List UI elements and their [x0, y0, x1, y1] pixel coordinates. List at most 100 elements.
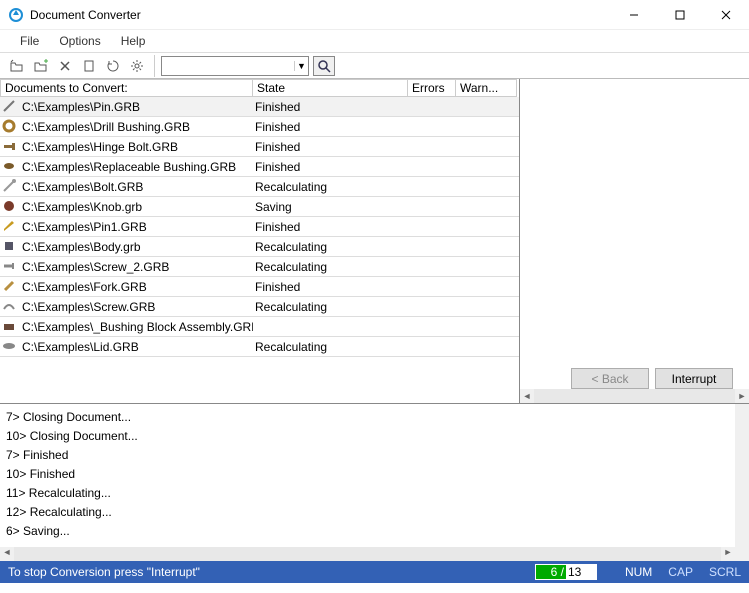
state-cell: Recalculating [253, 260, 408, 274]
log-line: 12> Recalculating... [6, 503, 729, 522]
window-title: Document Converter [30, 8, 611, 22]
col-documents[interactable]: Documents to Convert: [0, 79, 253, 97]
bushing-icon [2, 159, 18, 175]
preview-hscrollbar[interactable]: ◄ ► [520, 389, 749, 403]
menu-options[interactable]: Options [51, 32, 108, 50]
bolt-icon [2, 139, 18, 155]
pin1-icon [2, 219, 18, 235]
screw-icon [2, 259, 18, 275]
close-button[interactable] [703, 0, 749, 30]
pin-icon [2, 99, 18, 115]
scroll-track [534, 389, 735, 403]
asm-icon [2, 319, 18, 335]
table-row[interactable]: C:\Examples\Pin1.GRBFinished [0, 217, 519, 237]
statusbar: To stop Conversion press "Interrupt" 6 /… [0, 561, 749, 583]
screw2-icon [2, 299, 18, 315]
menubar: File Options Help [0, 30, 749, 52]
table-row[interactable]: C:\Examples\Screw.GRBRecalculating [0, 297, 519, 317]
table-row[interactable]: C:\Examples\Knob.grbSaving [0, 197, 519, 217]
refresh-button[interactable] [102, 55, 124, 77]
log-line: 10> Finished [6, 465, 729, 484]
progress-total: 13 [566, 565, 596, 579]
log-hscrollbar[interactable]: ◄ ► [0, 547, 749, 561]
state-cell: Recalculating [253, 300, 408, 314]
file-path: C:\Examples\_Bushing Block Assembly.GRB [20, 320, 253, 334]
scroll-track [14, 547, 721, 561]
capslock-indicator: CAP [668, 565, 693, 579]
scroll-left-icon: ◄ [520, 391, 534, 401]
progress-done: 6 / [536, 565, 566, 579]
table-row[interactable]: C:\Examples\_Bushing Block Assembly.GRB [0, 317, 519, 337]
log-line: 10> Closing Document... [6, 427, 729, 446]
lid-icon [2, 339, 18, 355]
state-cell: Finished [253, 220, 408, 234]
interrupt-button[interactable]: Interrupt [655, 368, 733, 389]
file-path: C:\Examples\Screw.GRB [20, 300, 253, 314]
table-row[interactable]: C:\Examples\Pin.GRBFinished [0, 97, 519, 117]
table-row[interactable]: C:\Examples\Bolt.GRBRecalculating [0, 177, 519, 197]
open-folder-add-button[interactable] [30, 55, 52, 77]
file-path: C:\Examples\Hinge Bolt.GRB [20, 140, 253, 154]
maximize-button[interactable] [657, 0, 703, 30]
file-path: C:\Examples\Pin.GRB [20, 100, 253, 114]
body-icon [2, 239, 18, 255]
table-row[interactable]: C:\Examples\Replaceable Bushing.GRBFinis… [0, 157, 519, 177]
knob-icon [2, 199, 18, 215]
col-errors[interactable]: Errors [408, 79, 456, 97]
scroll-right-icon: ► [735, 391, 749, 401]
file-path: C:\Examples\Body.grb [20, 240, 253, 254]
menu-file[interactable]: File [12, 32, 47, 50]
file-path: C:\Examples\Replaceable Bushing.GRB [20, 160, 253, 174]
document-list-pane: Documents to Convert: State Errors Warn.… [0, 79, 520, 403]
state-cell: Saving [253, 200, 408, 214]
file-path: C:\Examples\Drill Bushing.GRB [20, 120, 253, 134]
filter-combo[interactable]: ▼ [161, 56, 309, 76]
table-row[interactable]: C:\Examples\Drill Bushing.GRBFinished [0, 117, 519, 137]
scroll-right-icon: ► [721, 547, 735, 561]
log-line: 7> Closing Document... [6, 408, 729, 427]
state-cell: Recalculating [253, 180, 408, 194]
col-warnings[interactable]: Warn... [456, 79, 517, 97]
numlock-indicator: NUM [625, 565, 652, 579]
scroll-corner [735, 547, 749, 561]
table-row[interactable]: C:\Examples\Screw_2.GRBRecalculating [0, 257, 519, 277]
log-vscrollbar[interactable] [735, 404, 749, 547]
grid-body: C:\Examples\Pin.GRBFinishedC:\Examples\D… [0, 97, 519, 403]
app-icon [8, 7, 24, 23]
log-line: 11> Recalculating... [6, 484, 729, 503]
state-cell: Finished [253, 100, 408, 114]
titlebar: Document Converter [0, 0, 749, 30]
chevron-down-icon: ▼ [294, 61, 308, 71]
table-row[interactable]: C:\Examples\Hinge Bolt.GRBFinished [0, 137, 519, 157]
state-cell: Finished [253, 280, 408, 294]
remove-button[interactable] [54, 55, 76, 77]
search-button[interactable] [313, 56, 335, 76]
file-path: C:\Examples\Screw_2.GRB [20, 260, 253, 274]
bolt2-icon [2, 179, 18, 195]
settings-button[interactable] [126, 55, 148, 77]
log-pane: 7> Closing Document...10> Closing Docume… [0, 404, 749, 561]
open-folder-button[interactable] [6, 55, 28, 77]
menu-help[interactable]: Help [113, 32, 154, 50]
preview-pane: < Back Interrupt ◄ ► [520, 79, 749, 403]
table-row[interactable]: C:\Examples\Fork.GRBFinished [0, 277, 519, 297]
log-line: 7> Finished [6, 446, 729, 465]
state-cell: Finished [253, 160, 408, 174]
file-path: C:\Examples\Knob.grb [20, 200, 253, 214]
toolbar: ▼ [0, 52, 749, 79]
file-path: C:\Examples\Lid.GRB [20, 340, 253, 354]
back-button[interactable]: < Back [571, 368, 649, 389]
table-row[interactable]: C:\Examples\Body.grbRecalculating [0, 237, 519, 257]
table-row[interactable]: C:\Examples\Lid.GRBRecalculating [0, 337, 519, 357]
fork-icon [2, 279, 18, 295]
file-path: C:\Examples\Fork.GRB [20, 280, 253, 294]
scroll-left-icon: ◄ [0, 547, 14, 561]
minimize-button[interactable] [611, 0, 657, 30]
page-button[interactable] [78, 55, 100, 77]
main-area: Documents to Convert: State Errors Warn.… [0, 79, 749, 404]
status-message: To stop Conversion press "Interrupt" [8, 565, 535, 579]
state-cell: Recalculating [253, 340, 408, 354]
toolbar-separator [154, 55, 155, 77]
col-state[interactable]: State [253, 79, 408, 97]
log-line: 6> Saving... [6, 522, 729, 541]
